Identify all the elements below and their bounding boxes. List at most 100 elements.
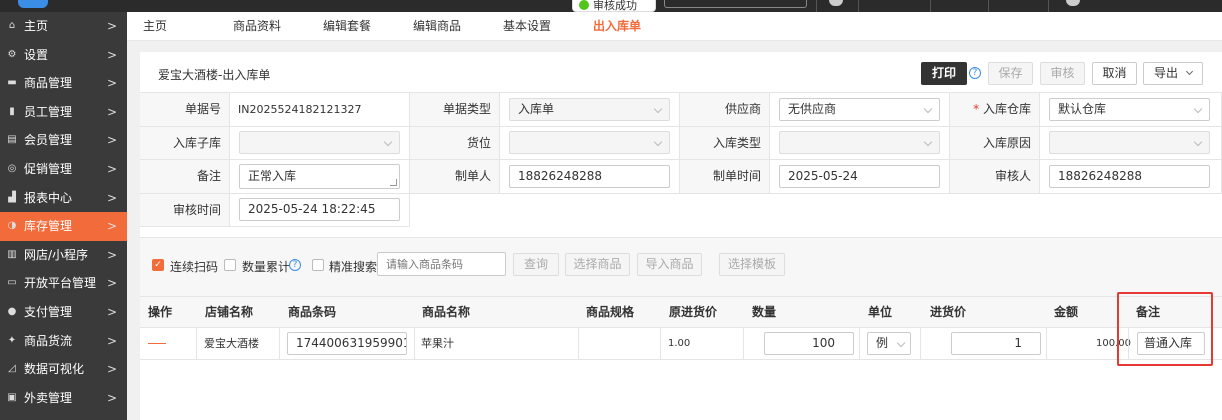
sidebar-item[interactable]: ▥ 网店/小程序 > <box>0 241 127 270</box>
location-select[interactable] <box>509 131 670 154</box>
location-cell <box>500 127 680 160</box>
unit-select[interactable]: 例 <box>867 332 911 355</box>
barcode-input[interactable]: 174400631959901 <box>287 332 407 355</box>
tab-basic-settings[interactable]: 基本设置 <box>503 12 551 41</box>
cancel-button[interactable]: 取消 <box>1092 62 1137 85</box>
sidebar-item-label: 商品货流 <box>24 333 73 348</box>
in-reason-label: 入库原因 <box>950 127 1040 160</box>
warehouse-label-text: 入库仓库 <box>982 102 1031 116</box>
select-template-button[interactable]: 选择模板 <box>719 253 785 276</box>
sub-warehouse-select[interactable] <box>239 131 400 154</box>
col-orig-price: 原进货价 <box>669 305 718 319</box>
continuous-scan-label: 连续扫码 <box>170 260 219 274</box>
print-button[interactable]: 打印 <box>921 62 967 85</box>
creator-field[interactable]: 18826248288 <box>509 165 670 188</box>
divider <box>930 0 931 12</box>
tab-goods-info[interactable]: 商品资料 <box>233 12 281 41</box>
price-input[interactable]: 1 <box>951 332 1041 355</box>
sidebar-item[interactable]: ▤ 会员管理 > <box>0 126 127 155</box>
divider <box>858 0 859 12</box>
import-goods-button[interactable]: 导入商品 <box>637 253 702 276</box>
divider <box>196 328 197 360</box>
qty-input[interactable]: 100 <box>764 332 854 355</box>
table-row: 爱宝大酒楼 174400631959901 苹果汁 1.00 100 例 1 1… <box>140 328 1222 360</box>
sidebar-item[interactable]: ◿ 数据可视化 > <box>0 355 127 384</box>
sidebar-item[interactable]: ▟ 报表中心 > <box>0 184 127 213</box>
chevron-down-icon <box>383 137 393 147</box>
qty-accumulate-checkbox[interactable] <box>224 259 236 271</box>
tab-edit-goods[interactable]: 编辑商品 <box>413 12 461 41</box>
remark-label: 备注 <box>140 160 230 194</box>
divider <box>414 328 415 360</box>
divider <box>578 328 579 360</box>
help-icon[interactable] <box>829 0 843 6</box>
supplier-cell: 无供应商 <box>770 93 950 127</box>
continuous-scan-checkbox[interactable]: ✓ <box>152 259 164 271</box>
supplier-select[interactable]: 无供应商 <box>779 98 940 121</box>
unit-value: 例 <box>876 336 889 350</box>
export-dropdown[interactable]: 导出 <box>1143 62 1203 85</box>
warehouse-cell: 默认仓库 <box>1040 93 1222 127</box>
bill-no-cell: IN2025524182121327 <box>230 93 410 127</box>
tab-edit-combo[interactable]: 编辑套餐 <box>323 12 371 41</box>
warehouse-select[interactable]: 默认仓库 <box>1049 98 1210 121</box>
sidebar-item[interactable]: ▭ 开放平台管理 > <box>0 269 127 298</box>
warehouse-label: * 入库仓库 <box>950 93 1040 127</box>
exact-search-checkbox[interactable] <box>312 259 324 271</box>
sidebar-item[interactable]: ● 支付管理 > <box>0 298 127 327</box>
in-type-cell <box>770 127 950 160</box>
sidebar-item[interactable]: ▬ 商品管理 > <box>0 69 127 98</box>
create-time-label: 制单时间 <box>680 160 770 194</box>
chevron-down-icon <box>923 137 933 147</box>
supplier-value: 无供应商 <box>788 102 837 116</box>
audit-button[interactable]: 审核 <box>1040 62 1085 85</box>
col-unit: 单位 <box>868 305 893 319</box>
avatar[interactable] <box>1066 0 1080 6</box>
sidebar-item[interactable]: ▣ 外卖管理 > <box>0 384 127 413</box>
sidebar-item[interactable]: ◑ 库存管理 > <box>0 212 127 241</box>
sidebar-item[interactable]: ▮ 员工管理 > <box>0 98 127 127</box>
help-icon[interactable]: ? <box>289 259 301 271</box>
divider <box>816 0 817 12</box>
chevron-right-icon: > <box>106 190 117 205</box>
success-toast: 审核成功 <box>572 0 656 12</box>
chevron-down-icon <box>1193 137 1203 147</box>
help-icon[interactable]: ? <box>969 67 981 79</box>
col-spec: 商品规格 <box>586 305 635 319</box>
sidebar-item[interactable]: ◎ 促销管理 > <box>0 155 127 184</box>
sidebar-item[interactable]: ⚙ 设置 > <box>0 41 127 70</box>
sidebar: ⌂ 主页 > ⚙ 设置 > ▬ 商品管理 > ▮ 员工管理 > ▤ 会员管理 > ◎ 促销管理 > ▟ 报表中心 > ◑ 库… <box>0 12 127 420</box>
chevron-right-icon: > <box>106 247 117 262</box>
tab-home[interactable]: 主页 <box>143 12 167 41</box>
audit-time-field[interactable]: 2025-05-24 18:22:45 <box>239 198 400 221</box>
sidebar-item-label: 数据可视化 <box>24 362 85 377</box>
chevron-right-icon: > <box>106 333 117 348</box>
sidebar-item[interactable]: ✦ 商品货流 > <box>0 327 127 356</box>
remark-textarea[interactable]: 正常入库 <box>239 164 400 189</box>
col-barcode: 商品条码 <box>288 305 337 319</box>
auditor-field[interactable]: 18826248288 <box>1049 165 1210 188</box>
query-button[interactable]: 查询 <box>513 253 559 276</box>
audit-time-cell: 2025-05-24 18:22:45 <box>230 194 410 227</box>
tab-stock-bill[interactable]: 出入库单 <box>593 12 641 41</box>
in-type-select[interactable] <box>779 131 940 154</box>
select-goods-button[interactable]: 选择商品 <box>565 253 630 276</box>
logo-icon <box>18 0 48 8</box>
create-time-field[interactable]: 2025-05-24 <box>779 165 940 188</box>
sidebar-item[interactable]: ⌂ 主页 > <box>0 12 127 41</box>
inventory-icon: ◑ <box>7 220 17 232</box>
barcode-search-input[interactable] <box>377 252 506 276</box>
sidebar-item-label: 外卖管理 <box>24 390 73 405</box>
auditor-cell: 18826248288 <box>1040 160 1222 194</box>
chevron-right-icon: > <box>106 19 117 33</box>
tab-bar: 主页 商品资料 编辑套餐 编辑商品 基本设置 出入库单 <box>127 12 1222 41</box>
bill-type-select[interactable]: 入库单 <box>509 98 670 121</box>
bill-type-label: 单据类型 <box>410 93 500 127</box>
resize-handle-icon[interactable] <box>390 179 397 186</box>
report-icon: ▟ <box>8 191 16 203</box>
delete-row-button[interactable] <box>148 343 166 344</box>
save-button[interactable]: 保存 <box>988 62 1033 85</box>
global-search-input[interactable] <box>664 0 807 8</box>
chevron-down-icon <box>896 338 906 348</box>
in-reason-select[interactable] <box>1049 131 1210 154</box>
